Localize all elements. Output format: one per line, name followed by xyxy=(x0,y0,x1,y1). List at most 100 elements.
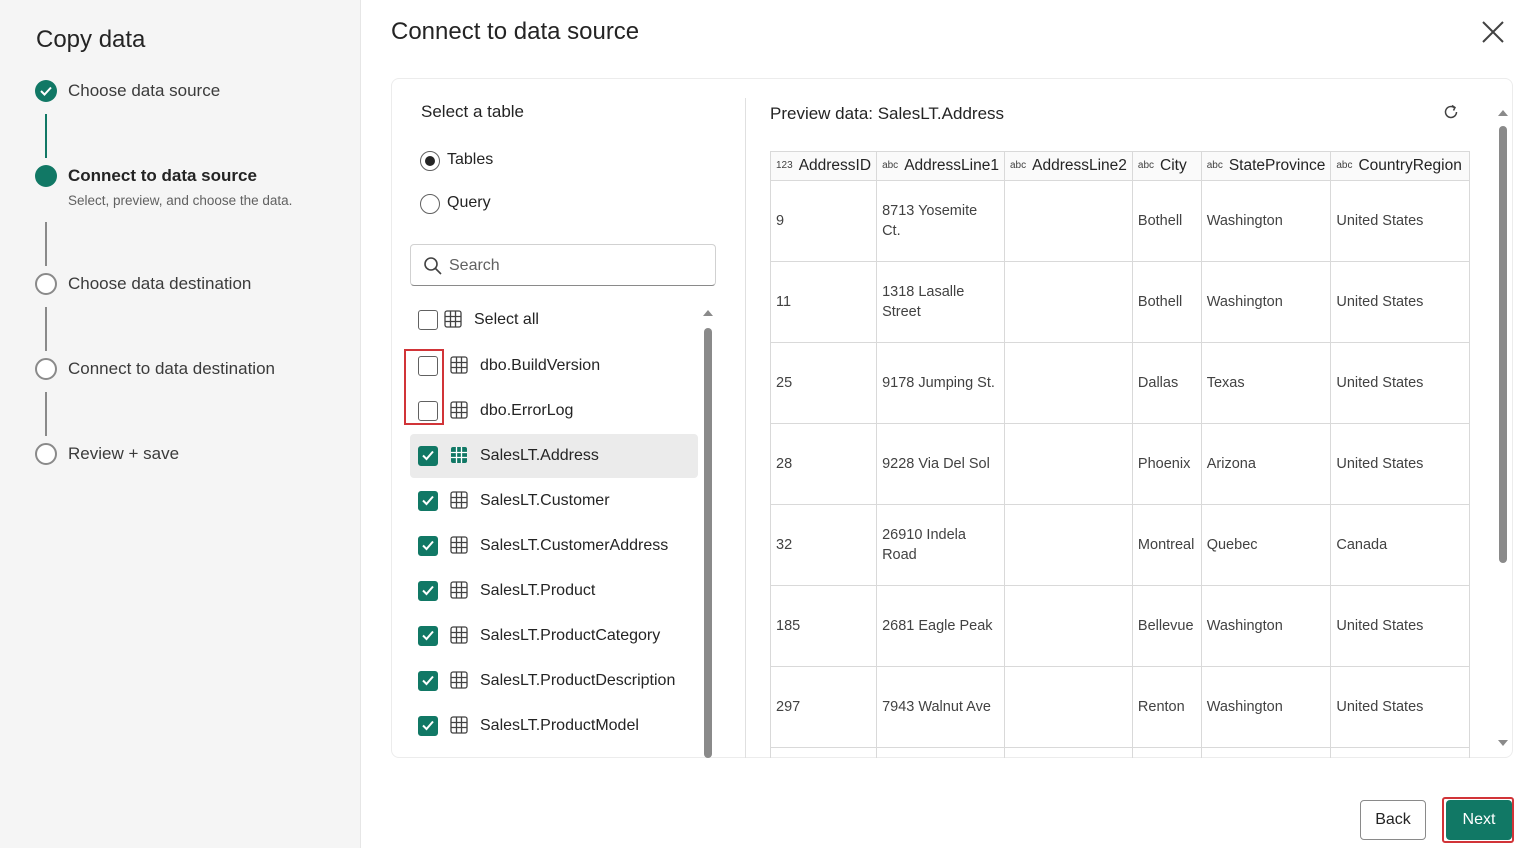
table-cell: Washington xyxy=(1200,180,1332,262)
table-cell: United States xyxy=(1330,180,1470,262)
table-name: SalesLT.Address xyxy=(480,447,599,464)
table-cell xyxy=(770,747,878,758)
scroll-down-icon[interactable] xyxy=(1497,738,1509,748)
table-cell: 185 xyxy=(770,585,878,667)
table-cell: Washington xyxy=(1200,585,1332,667)
step-description: Select, preview, and choose the data. xyxy=(68,193,293,208)
current-step-icon xyxy=(35,165,57,187)
table-cell xyxy=(1003,342,1133,424)
table-cell: United States xyxy=(1330,342,1470,424)
table-cell: Canada xyxy=(1330,504,1470,586)
table-row[interactable]: SalesLT.Address xyxy=(410,434,698,478)
table-cell: 9228 Via Del Sol xyxy=(876,423,1005,505)
table-cell: 7943 Walnut Ave xyxy=(876,666,1005,748)
column-name: AddressLine2 xyxy=(1032,157,1127,174)
table-row[interactable]: SalesLT.ProductCategory xyxy=(410,614,698,658)
table-cell: 8713 Yosemite Ct. xyxy=(876,180,1005,262)
table-checkbox[interactable] xyxy=(418,491,438,511)
step-connector xyxy=(45,392,47,436)
column-header[interactable]: abc AddressLine1 xyxy=(876,151,1005,181)
preview-grid: 123 AddressID abc AddressLine1 abc AddressLin… xyxy=(770,151,1470,758)
column-header[interactable]: 123 AddressID xyxy=(770,151,878,181)
table-icon xyxy=(450,581,468,604)
column-name: AddressID xyxy=(798,157,872,174)
column-header[interactable]: abc City xyxy=(1131,151,1202,181)
refresh-button[interactable] xyxy=(1441,102,1461,127)
column-name: StateProvince xyxy=(1228,157,1326,174)
scroll-up-icon[interactable] xyxy=(1497,108,1509,118)
close-button[interactable] xyxy=(1480,19,1506,45)
table-row[interactable]: dbo.ErrorLog xyxy=(410,389,698,433)
table-row[interactable]: SalesLT.ProductDescription xyxy=(410,659,698,703)
table-name: dbo.BuildVersion xyxy=(480,357,601,374)
table-cell xyxy=(876,747,1005,758)
step-label: Connect to data destination xyxy=(68,359,275,378)
table-icon xyxy=(450,671,468,694)
table-list-scrollbar[interactable] xyxy=(704,328,712,758)
sidebar-title: Copy data xyxy=(36,26,146,53)
table-row[interactable]: SalesLT.ProductModel xyxy=(410,704,698,748)
step-label: Connect to data source xyxy=(68,166,257,185)
table-row[interactable]: SalesLT.Customer xyxy=(410,479,698,523)
radio-circle[interactable] xyxy=(420,151,440,171)
table-icon xyxy=(450,716,468,739)
column-type-badge: abc xyxy=(1137,160,1155,171)
column-header[interactable]: abc StateProvince xyxy=(1200,151,1332,181)
table-checkbox[interactable] xyxy=(418,671,438,691)
table-cell: Bellevue xyxy=(1131,585,1202,667)
step-connector xyxy=(45,307,47,351)
table-icon xyxy=(450,536,468,559)
preview-scrollbar[interactable] xyxy=(1499,126,1507,563)
back-button[interactable]: Back xyxy=(1360,800,1426,840)
table-cell xyxy=(1003,504,1133,586)
table-checkbox[interactable] xyxy=(418,716,438,736)
table-name: SalesLT.ProductModel xyxy=(480,717,639,734)
table-row xyxy=(770,747,1470,758)
select-table-heading: Select a table xyxy=(421,102,525,121)
table-name: SalesLT.Product xyxy=(480,582,596,599)
table-checkbox[interactable] xyxy=(418,581,438,601)
table-cell: United States xyxy=(1330,585,1470,667)
table-cell: Texas xyxy=(1200,342,1332,424)
step-label: Choose data destination xyxy=(68,274,252,293)
table-row: 9 8713 Yosemite Ct. Bothell Washington Unite… xyxy=(770,180,1470,262)
check-circle-icon xyxy=(35,80,57,102)
scroll-up-icon[interactable] xyxy=(702,308,714,318)
table-cell: Washington xyxy=(1200,261,1332,343)
step-connector xyxy=(45,114,47,158)
column-header[interactable]: abc CountryRegion xyxy=(1330,151,1470,181)
preview-title: Preview data: SalesLT.Address xyxy=(770,104,1005,123)
column-header[interactable]: abc AddressLine2 xyxy=(1003,151,1133,181)
column-type-badge: abc xyxy=(1009,160,1027,171)
next-button[interactable]: Next xyxy=(1446,800,1512,840)
select-all-row[interactable]: Select all xyxy=(410,298,698,342)
table-cell: 28 xyxy=(770,423,878,505)
table-checkbox[interactable] xyxy=(418,626,438,646)
table-cell: United States xyxy=(1330,666,1470,748)
step-connector xyxy=(45,222,47,266)
table-icon xyxy=(450,401,468,424)
radio-circle[interactable] xyxy=(420,194,440,214)
search-input[interactable] xyxy=(447,253,711,279)
table-cell: 9 xyxy=(770,180,878,262)
select-all-checkbox[interactable] xyxy=(418,310,438,330)
column-type-badge: abc xyxy=(1206,160,1223,171)
table-checkbox[interactable] xyxy=(418,536,438,556)
table-cell: 25 xyxy=(770,342,878,424)
pane-divider xyxy=(745,98,746,758)
table-row[interactable]: SalesLT.Product xyxy=(410,569,698,613)
table-row[interactable]: SalesLT.CustomerAddress xyxy=(410,524,698,568)
table-cell xyxy=(1003,261,1133,343)
table-cell: Renton xyxy=(1131,666,1202,748)
table-row: 185 2681 Eagle Peak Bellevue Washington Unit… xyxy=(770,585,1470,667)
empty-circle-icon xyxy=(35,443,57,465)
table-cell xyxy=(1131,747,1202,758)
table-cell: 297 xyxy=(770,666,878,748)
table-row[interactable]: dbo.BuildVersion xyxy=(410,344,698,388)
refresh-icon xyxy=(1444,104,1458,119)
table-checkbox[interactable] xyxy=(418,446,438,466)
table-cell: 9178 Jumping St. xyxy=(876,342,1005,424)
table-cell: Quebec xyxy=(1200,504,1332,586)
search-box[interactable] xyxy=(410,244,716,286)
table-cell: 2681 Eagle Peak xyxy=(876,585,1005,667)
